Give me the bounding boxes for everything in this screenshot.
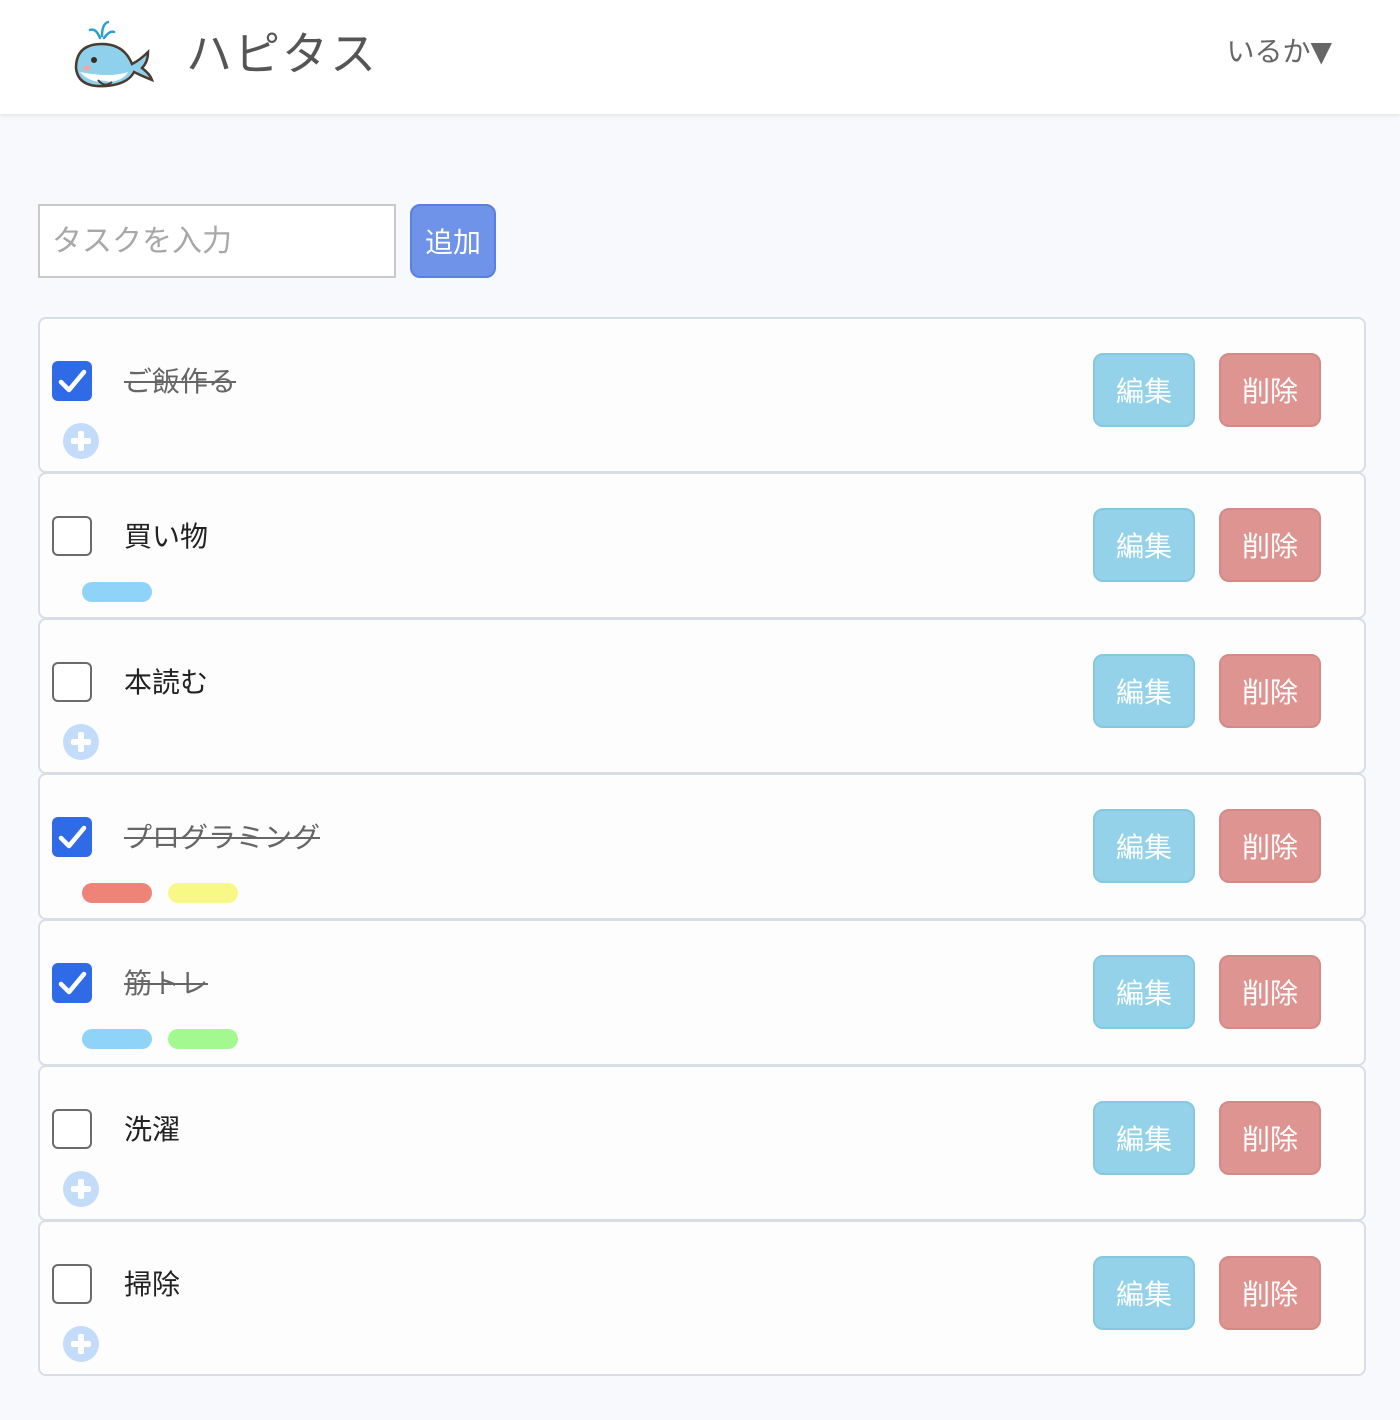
- edit-button[interactable]: 編集: [1093, 508, 1195, 582]
- check-icon: [58, 369, 87, 393]
- task-name: 筋トレ: [124, 967, 209, 1000]
- tag-label[interactable]: [168, 1029, 238, 1049]
- add-tag-plus-icon[interactable]: [62, 422, 100, 460]
- task-card: 買い物 編集 削除: [38, 472, 1366, 619]
- task-card: 筋トレ 編集 削除: [38, 919, 1366, 1066]
- task-name: プログラミング: [124, 821, 321, 854]
- add-tag-plus-icon[interactable]: [62, 1325, 100, 1363]
- header: ハピタス いるか▼: [0, 0, 1400, 114]
- task-tags: [82, 582, 168, 602]
- check-icon: [58, 825, 87, 849]
- add-task-button[interactable]: 追加: [410, 204, 496, 278]
- delete-button[interactable]: 削除: [1219, 654, 1321, 728]
- task-name: 買い物: [124, 520, 209, 553]
- delete-button[interactable]: 削除: [1219, 1101, 1321, 1175]
- edit-button[interactable]: 編集: [1093, 1256, 1195, 1330]
- edit-button[interactable]: 編集: [1093, 955, 1195, 1029]
- delete-button[interactable]: 削除: [1219, 508, 1321, 582]
- task-checkbox[interactable]: [52, 662, 92, 702]
- user-menu[interactable]: いるか▼: [1226, 32, 1332, 72]
- task-tags: [82, 1029, 254, 1049]
- app-title: ハピタス: [186, 27, 378, 81]
- task-checkbox[interactable]: [52, 1109, 92, 1149]
- task-checkbox[interactable]: [52, 963, 92, 1003]
- delete-button[interactable]: 削除: [1219, 353, 1321, 427]
- add-tag-plus-icon[interactable]: [62, 1170, 100, 1208]
- add-tag-plus-icon[interactable]: [62, 723, 100, 761]
- edit-button[interactable]: 編集: [1093, 654, 1195, 728]
- task-name: 本読む: [124, 666, 209, 699]
- delete-button[interactable]: 削除: [1219, 1256, 1321, 1330]
- delete-button[interactable]: 削除: [1219, 809, 1321, 883]
- task-checkbox[interactable]: [52, 361, 92, 401]
- tag-label[interactable]: [168, 883, 238, 903]
- task-card: ご飯作る 編集 削除: [38, 317, 1366, 473]
- tag-label[interactable]: [82, 1029, 152, 1049]
- tag-label[interactable]: [82, 883, 152, 903]
- check-icon: [58, 971, 87, 995]
- edit-button[interactable]: 編集: [1093, 1101, 1195, 1175]
- task-list: ご飯作る 編集 削除 買い物 編集 削除 本読む 編集 削除 プログラミング 編集 削除 筋トレ 編集 削除…: [38, 317, 1366, 1376]
- task-name: 洗濯: [124, 1113, 181, 1146]
- edit-button[interactable]: 編集: [1093, 353, 1195, 427]
- delete-button[interactable]: 削除: [1219, 955, 1321, 1029]
- whale-logo-icon: [74, 20, 154, 88]
- task-tags: [82, 883, 254, 903]
- task-card: 洗濯 編集 削除: [38, 1065, 1366, 1221]
- task-card: 本読む 編集 削除: [38, 618, 1366, 774]
- task-name: 掃除: [124, 1268, 181, 1301]
- task-input[interactable]: [38, 204, 396, 278]
- tag-label[interactable]: [82, 582, 152, 602]
- task-checkbox[interactable]: [52, 1264, 92, 1304]
- task-card: プログラミング 編集 削除: [38, 773, 1366, 920]
- task-checkbox[interactable]: [52, 817, 92, 857]
- task-card: 掃除 編集 削除: [38, 1220, 1366, 1376]
- edit-button[interactable]: 編集: [1093, 809, 1195, 883]
- task-name: ご飯作る: [124, 365, 237, 398]
- task-checkbox[interactable]: [52, 516, 92, 556]
